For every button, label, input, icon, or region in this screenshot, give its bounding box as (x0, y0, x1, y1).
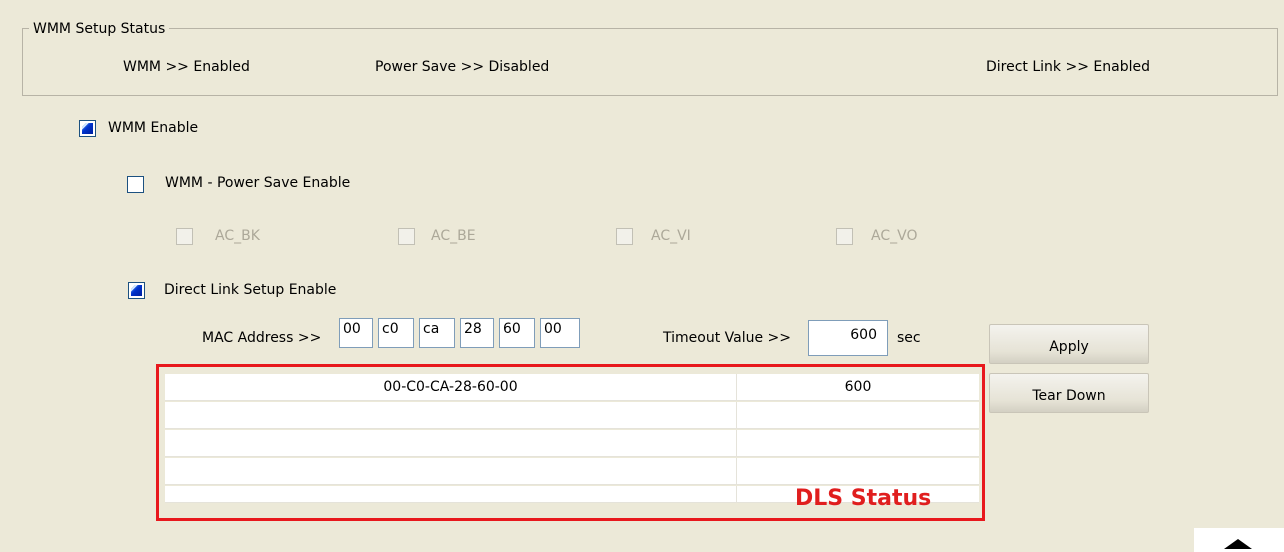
wmm-enable-checkbox[interactable] (79, 120, 96, 137)
ac-be-label: AC_BE (431, 228, 476, 244)
power-save-status-text: Power Save >> Disabled (375, 59, 550, 75)
mac-octet-5-input[interactable]: 60 (499, 318, 535, 348)
group-legend: WMM Setup Status (29, 21, 170, 37)
wmm-status-text: WMM >> Enabled (123, 59, 250, 75)
scroll-up-button[interactable] (1194, 528, 1284, 552)
direct-link-status-text: Direct Link >> Enabled (986, 59, 1150, 75)
dls-enable-checkbox[interactable] (128, 282, 145, 299)
mac-address-label: MAC Address >> (202, 330, 322, 346)
ac-vo-label: AC_VO (871, 228, 918, 244)
ac-be-checkbox[interactable] (398, 228, 415, 245)
apply-button[interactable]: Apply (989, 324, 1149, 364)
ac-bk-label: AC_BK (215, 228, 260, 244)
dls-status-annotation: DLS Status (795, 486, 932, 511)
tear-down-button[interactable]: Tear Down (989, 373, 1149, 413)
triangle-up-icon (1224, 539, 1252, 549)
mac-octet-2-input[interactable]: c0 (378, 318, 414, 348)
ac-bk-checkbox[interactable] (176, 228, 193, 245)
timeout-unit-label: sec (897, 330, 921, 346)
mac-octet-6-input[interactable]: 00 (540, 318, 580, 348)
ac-vi-label: AC_VI (651, 228, 691, 244)
dls-enable-label: Direct Link Setup Enable (164, 282, 337, 298)
timeout-input[interactable]: 600 (808, 320, 888, 356)
mac-octet-1-input[interactable]: 00 (339, 318, 373, 348)
timeout-label: Timeout Value >> (663, 330, 791, 346)
ac-vo-checkbox[interactable] (836, 228, 853, 245)
power-save-enable-label: WMM - Power Save Enable (165, 175, 351, 191)
wmm-enable-label: WMM Enable (108, 120, 199, 136)
ac-vi-checkbox[interactable] (616, 228, 633, 245)
mac-octet-3-input[interactable]: ca (419, 318, 455, 348)
mac-octet-4-input[interactable]: 28 (460, 318, 494, 348)
power-save-enable-checkbox[interactable] (127, 176, 144, 193)
